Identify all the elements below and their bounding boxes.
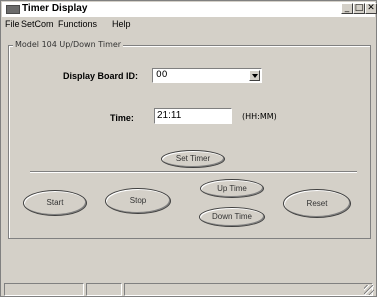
time-label: Time: — [110, 113, 134, 123]
maximize-button[interactable]: □ — [353, 3, 365, 14]
menu-help[interactable]: Help — [112, 19, 131, 29]
window-title: Timer Display — [22, 3, 88, 14]
down-time-button[interactable]: Down Time — [199, 207, 265, 227]
divider — [30, 171, 357, 173]
start-button[interactable]: Start — [23, 190, 87, 216]
menu-functions[interactable]: Functions — [58, 19, 97, 29]
chevron-down-icon[interactable] — [249, 70, 260, 81]
status-pane-2 — [86, 283, 122, 296]
menu-bar: File SetCom Functions Help — [2, 18, 375, 32]
status-bar — [2, 283, 375, 296]
status-pane-1 — [4, 283, 84, 296]
minimize-button[interactable]: _ — [341, 3, 353, 14]
stop-button[interactable]: Stop — [105, 188, 171, 214]
reset-button[interactable]: Reset — [283, 189, 351, 218]
title-bar[interactable]: Timer Display _ □ ✕ — [2, 2, 377, 17]
close-button[interactable]: ✕ — [365, 3, 377, 14]
up-time-button[interactable]: Up Time — [200, 179, 264, 198]
display-board-id-label: Display Board ID: — [63, 71, 139, 81]
status-pane-3 — [124, 283, 373, 296]
app-window: Timer Display _ □ ✕ File SetCom Function… — [0, 0, 377, 297]
time-input[interactable]: 21:11 — [154, 108, 232, 124]
menu-setcom[interactable]: SetCom — [21, 19, 54, 29]
time-format-hint: (HH:MM) — [242, 112, 277, 121]
resize-grip-icon[interactable] — [364, 285, 374, 295]
display-board-id-select[interactable]: 00 — [152, 68, 262, 83]
display-board-id-value: 00 — [156, 70, 168, 80]
menu-file[interactable]: File — [5, 19, 20, 29]
set-timer-button[interactable]: Set Timer — [161, 150, 225, 168]
group-box-label: Model 104 Up/Down Timer — [13, 40, 124, 49]
app-icon — [6, 5, 20, 14]
